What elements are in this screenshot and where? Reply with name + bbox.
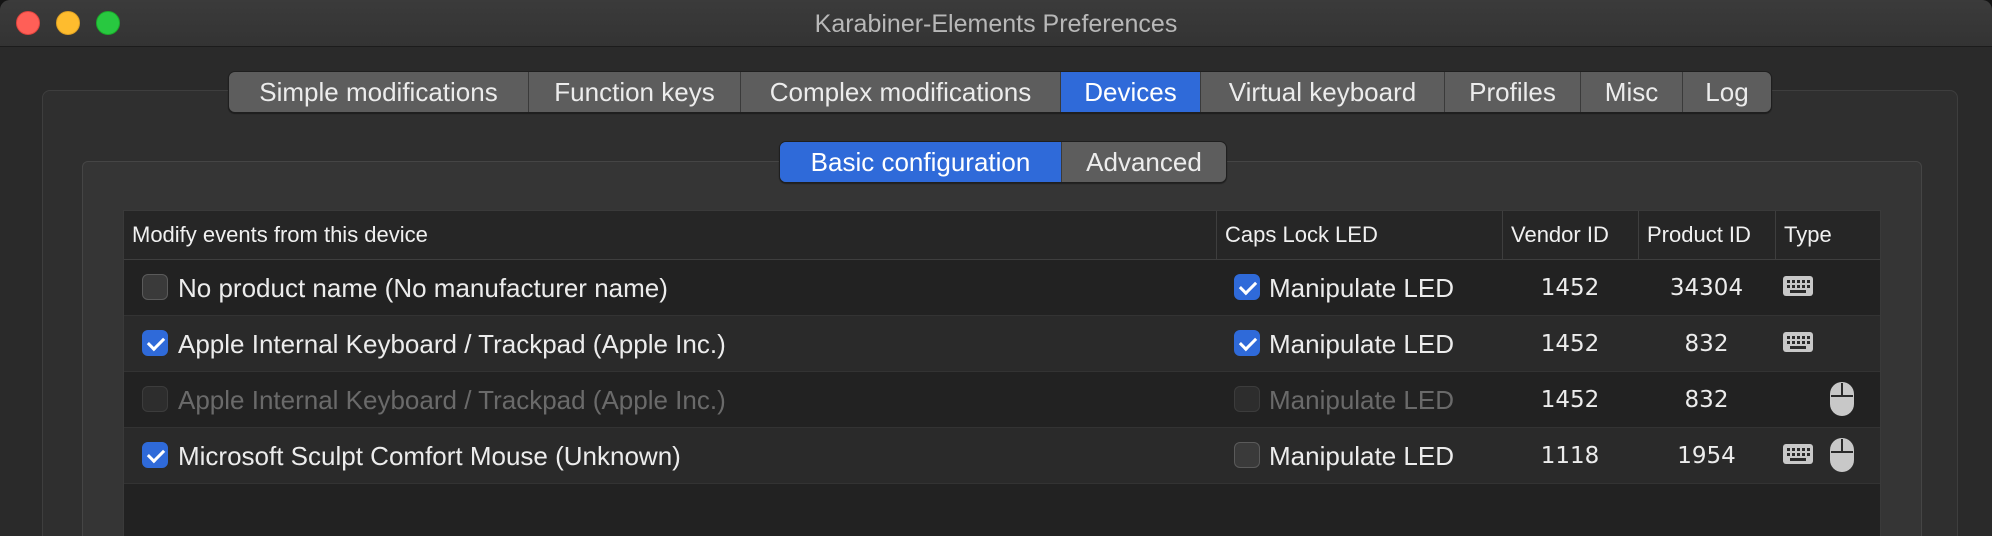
manipulate-led-label: Manipulate LED [1269, 329, 1454, 359]
tab-advanced[interactable]: Advanced [1062, 142, 1226, 182]
device-name: No product name (No manufacturer name) [178, 273, 668, 303]
modify-events-checkbox[interactable] [142, 330, 168, 356]
product-id-cell: 34304 [1669, 275, 1744, 301]
manipulate-led-label: Manipulate LED [1269, 385, 1454, 415]
devices-table: Modify events from this device Caps Lock… [123, 210, 1881, 536]
manipulate-led-label: Manipulate LED [1269, 273, 1454, 303]
tab-virtual-keyboard[interactable]: Virtual keyboard [1201, 72, 1445, 112]
manipulate-led-label: Manipulate LED [1269, 441, 1454, 471]
preferences-window: Karabiner-Elements Preferences Simple mo… [0, 0, 1992, 536]
manipulate-led-checkbox[interactable] [1234, 274, 1260, 300]
mouse-icon [1829, 381, 1855, 422]
table-row: Microsoft Sculpt Comfort Mouse (Unknown)… [124, 428, 1880, 484]
table-row: Apple Internal Keyboard / Trackpad (Appl… [124, 372, 1880, 428]
tab-simple-modifications[interactable]: Simple modifications [229, 72, 529, 112]
modify-events-checkbox[interactable] [142, 442, 168, 468]
main-tab-bar: Simple modifications Function keys Compl… [228, 71, 1772, 113]
device-name: Apple Internal Keyboard / Trackpad (Appl… [178, 329, 726, 359]
tab-function-keys[interactable]: Function keys [529, 72, 741, 112]
tab-complex-modifications[interactable]: Complex modifications [741, 72, 1061, 112]
manipulate-led-checkbox[interactable] [1234, 330, 1260, 356]
vendor-id-cell: 1452 [1540, 331, 1600, 357]
device-name: Microsoft Sculpt Comfort Mouse (Unknown) [178, 441, 681, 471]
tab-misc[interactable]: Misc [1581, 72, 1683, 112]
tab-devices[interactable]: Devices [1061, 72, 1201, 112]
table-header: Modify events from this device Caps Lock… [124, 211, 1880, 260]
vendor-id-cell: 1452 [1540, 275, 1600, 301]
product-id-cell: 832 [1684, 331, 1729, 357]
keyboard-icon [1782, 443, 1814, 470]
vendor-id-cell: 1118 [1540, 443, 1600, 469]
manipulate-led-checkbox[interactable] [1234, 386, 1260, 412]
mouse-icon [1829, 437, 1855, 478]
tab-profiles[interactable]: Profiles [1445, 72, 1581, 112]
window-title: Karabiner-Elements Preferences [814, 10, 1178, 38]
modify-events-checkbox[interactable] [142, 386, 168, 412]
tab-log[interactable]: Log [1683, 72, 1771, 112]
product-id-cell: 832 [1684, 387, 1729, 413]
modify-events-checkbox[interactable] [142, 274, 168, 300]
column-header-caps-lock-led[interactable]: Caps Lock LED [1216, 211, 1502, 259]
vendor-id-cell: 1452 [1540, 387, 1600, 413]
keyboard-icon [1782, 275, 1814, 302]
tab-basic-configuration[interactable]: Basic configuration [780, 142, 1062, 182]
device-name: Apple Internal Keyboard / Trackpad (Appl… [178, 385, 726, 415]
manipulate-led-checkbox[interactable] [1234, 442, 1260, 468]
column-header-device[interactable]: Modify events from this device [124, 211, 1216, 259]
column-header-product-id[interactable]: Product ID [1638, 211, 1775, 259]
keyboard-icon [1782, 331, 1814, 358]
column-header-vendor-id[interactable]: Vendor ID [1502, 211, 1638, 259]
title-bar: Karabiner-Elements Preferences [0, 0, 1992, 47]
sub-tab-bar: Basic configuration Advanced [779, 141, 1227, 183]
table-row: Apple Internal Keyboard / Trackpad (Appl… [124, 316, 1880, 372]
product-id-cell: 1954 [1677, 443, 1736, 469]
column-header-type[interactable]: Type [1775, 211, 1880, 259]
table-row: No product name (No manufacturer name) Ma… [124, 260, 1880, 316]
